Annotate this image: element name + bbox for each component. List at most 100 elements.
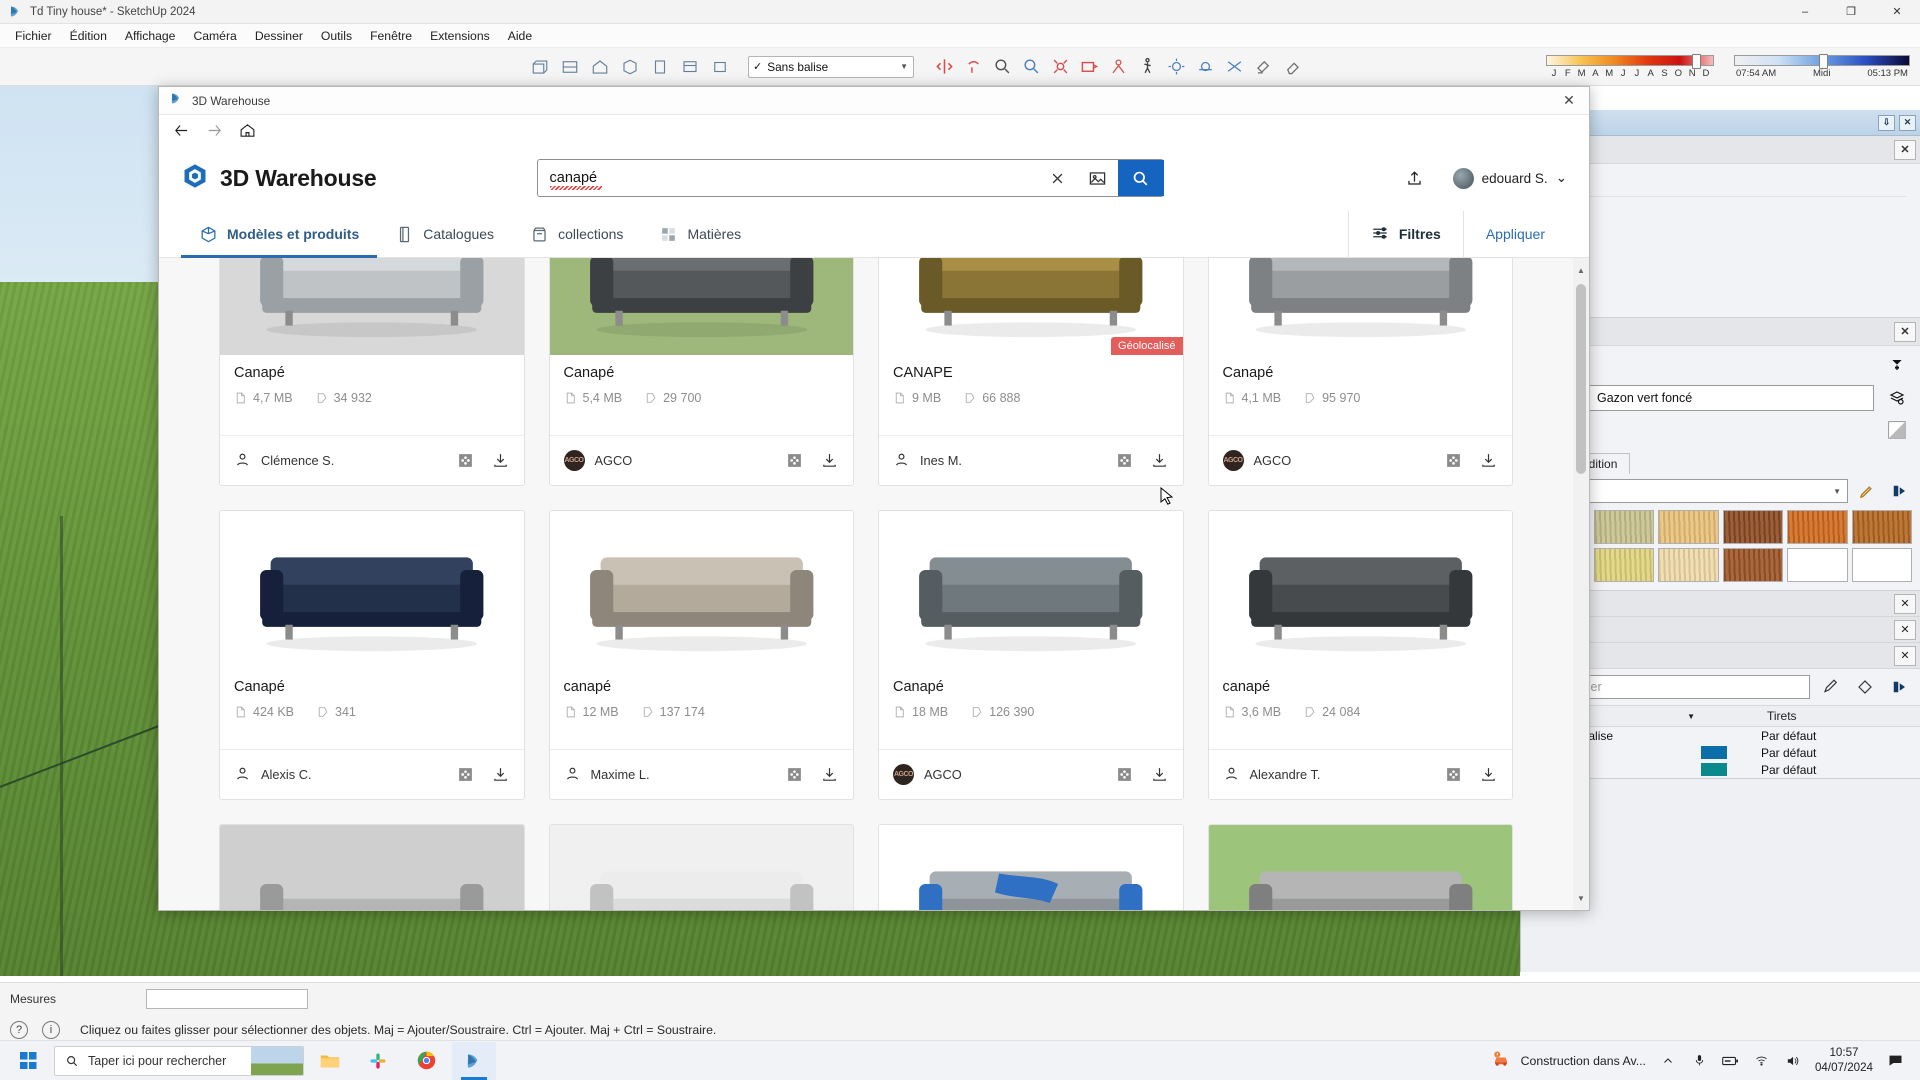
box-icon[interactable] bbox=[710, 57, 730, 77]
tray-notification[interactable]: Construction dans Av... bbox=[1491, 1050, 1646, 1071]
paint-icon[interactable] bbox=[1253, 57, 1273, 77]
menu-item-dessiner[interactable]: Dessiner bbox=[246, 26, 312, 46]
tag-color[interactable] bbox=[1701, 746, 1761, 759]
material-swatch[interactable] bbox=[1658, 510, 1719, 544]
model-card[interactable]: Canapé 18 MB 126 390 AGCO AGCO bbox=[878, 510, 1184, 800]
model-card[interactable] bbox=[878, 824, 1184, 910]
model-card[interactable]: canapé 12 MB 137 174 Maxime L. bbox=[548, 510, 854, 800]
month-slider-knob[interactable] bbox=[1692, 53, 1701, 69]
sketchup-icon[interactable] bbox=[452, 1041, 496, 1080]
model-author[interactable]: AGCO AGCO bbox=[563, 450, 632, 471]
material-name-field[interactable]: Gazon vert foncé bbox=[1589, 385, 1874, 411]
chevron-up-icon[interactable] bbox=[1660, 1052, 1677, 1069]
tray-pin-button[interactable]: ⇩ bbox=[1878, 114, 1895, 131]
material-swatch[interactable] bbox=[1722, 548, 1783, 582]
model-thumbnail[interactable] bbox=[549, 825, 853, 910]
model-card[interactable] bbox=[1207, 824, 1513, 910]
page-icon[interactable] bbox=[650, 57, 670, 77]
download-icon[interactable] bbox=[1479, 451, 1498, 470]
tray-close-button[interactable]: ✕ bbox=[1899, 114, 1916, 131]
tag-color[interactable] bbox=[1701, 763, 1761, 776]
apply-button[interactable]: Appliquer bbox=[1464, 211, 1567, 257]
create-material-icon[interactable] bbox=[1884, 386, 1910, 410]
expand-icon[interactable] bbox=[456, 765, 475, 784]
model-card[interactable]: canapé 3,6 MB 24 084 Alexandre T. bbox=[1207, 510, 1513, 800]
download-icon[interactable] bbox=[1150, 765, 1169, 784]
model-card[interactable]: Canapé 5,4 MB 29 700 AGCO AGCO bbox=[548, 258, 854, 486]
model-card[interactable]: Canapé 4,7 MB 34 932 Clémence S. bbox=[219, 258, 525, 486]
expand-icon[interactable] bbox=[1115, 451, 1134, 470]
house-icon[interactable] bbox=[590, 57, 610, 77]
opacity-icon[interactable] bbox=[1884, 418, 1910, 442]
pan-cube-icon[interactable] bbox=[620, 57, 640, 77]
sample-paint-icon[interactable] bbox=[1884, 354, 1910, 378]
search-button[interactable] bbox=[1117, 160, 1164, 196]
scroll-up-icon[interactable]: ▲ bbox=[1573, 262, 1589, 278]
back-arrow-icon[interactable] bbox=[173, 122, 190, 139]
taskbar-search[interactable]: Taper ici pour rechercher bbox=[54, 1045, 304, 1076]
material-swatch[interactable] bbox=[1593, 510, 1654, 544]
filters-button[interactable]: Filtres bbox=[1347, 211, 1464, 257]
scroll-down-icon[interactable]: ▼ bbox=[1573, 890, 1589, 906]
zoom-window-icon[interactable] bbox=[1021, 57, 1041, 77]
dialog-close-button[interactable]: ✕ bbox=[1555, 89, 1583, 113]
section-display-icon[interactable] bbox=[560, 57, 580, 77]
download-icon[interactable] bbox=[1479, 765, 1498, 784]
time-slider[interactable] bbox=[1734, 53, 1910, 69]
model-thumbnail[interactable] bbox=[1208, 825, 1512, 910]
material-swatch[interactable] bbox=[1593, 548, 1654, 582]
menu-item-outils[interactable]: Outils bbox=[312, 26, 361, 46]
model-thumbnail[interactable]: Géolocalisé bbox=[879, 258, 1183, 355]
tag-details-icon[interactable] bbox=[1886, 675, 1912, 699]
results-scrollbar[interactable]: ▲ ▼ bbox=[1573, 258, 1589, 910]
close-button[interactable]: ✕ bbox=[1874, 0, 1920, 24]
fog-icon[interactable] bbox=[1195, 57, 1215, 77]
expand-icon[interactable] bbox=[1444, 765, 1463, 784]
menu-item-aide[interactable]: Aide bbox=[499, 26, 541, 46]
model-thumbnail[interactable] bbox=[549, 511, 853, 669]
tab-mod-les-et-produits[interactable]: Modèles et produits bbox=[181, 211, 378, 258]
collapsed-panel-close[interactable]: ✕ bbox=[1894, 619, 1916, 640]
battery-icon[interactable] bbox=[1722, 1052, 1739, 1069]
eyedropper-icon[interactable] bbox=[1854, 479, 1880, 503]
expand-icon[interactable] bbox=[785, 451, 804, 470]
material-swatch[interactable] bbox=[1787, 548, 1848, 582]
scrollbar-thumb[interactable] bbox=[1576, 284, 1586, 474]
clear-search-icon[interactable] bbox=[1038, 160, 1078, 196]
user-menu[interactable]: edouard S. ⌄ bbox=[1452, 167, 1567, 189]
model-thumbnail[interactable] bbox=[549, 258, 853, 355]
next-arrow-icon[interactable] bbox=[1886, 479, 1912, 503]
download-icon[interactable] bbox=[820, 451, 839, 470]
window-controls[interactable]: – ❐ ✕ bbox=[1782, 0, 1920, 24]
expand-icon[interactable] bbox=[1444, 451, 1463, 470]
measures-input[interactable] bbox=[146, 988, 309, 1009]
collapsed-panel-close[interactable]: ✕ bbox=[1894, 593, 1916, 614]
menu-item-camra[interactable]: Caméra bbox=[184, 26, 245, 46]
previous-view-icon[interactable] bbox=[1079, 57, 1099, 77]
tab-mati-res[interactable]: Matières bbox=[641, 211, 759, 257]
model-author[interactable]: AGCO AGCO bbox=[893, 764, 962, 785]
tag-column-header[interactable]: Tirets bbox=[1761, 709, 1920, 723]
eraser-icon[interactable] bbox=[1282, 57, 1302, 77]
search-input[interactable] bbox=[537, 160, 1038, 196]
tag-pencil-icon[interactable] bbox=[1818, 675, 1844, 699]
model-card[interactable]: Géolocalisé CANAPE 9 MB 66 888 Ines M. bbox=[878, 258, 1184, 486]
tray-clock[interactable]: 10:57 04/07/2024 bbox=[1815, 1046, 1873, 1075]
zoom-icon[interactable] bbox=[992, 57, 1012, 77]
layout-icon[interactable] bbox=[680, 57, 700, 77]
model-thumbnail[interactable] bbox=[879, 825, 1183, 910]
model-author[interactable]: Alexandre T. bbox=[1223, 765, 1320, 785]
home-icon[interactable] bbox=[239, 122, 256, 139]
month-slider[interactable] bbox=[1546, 53, 1714, 69]
volume-icon[interactable] bbox=[1784, 1052, 1801, 1069]
model-thumbnail[interactable] bbox=[1208, 511, 1512, 669]
model-author[interactable]: AGCO AGCO bbox=[1222, 450, 1291, 471]
tag-dropdown[interactable]: ✓ Sans balise ▼ bbox=[748, 55, 914, 78]
tray-title-buttons[interactable]: ⇩ ✕ bbox=[1878, 114, 1916, 131]
warehouse-brand[interactable]: 3D Warehouse bbox=[181, 162, 377, 195]
model-thumbnail[interactable] bbox=[879, 511, 1183, 669]
zoom-extents-icon[interactable] bbox=[1050, 57, 1070, 77]
expand-icon[interactable] bbox=[785, 765, 804, 784]
microphone-icon[interactable] bbox=[1691, 1052, 1708, 1069]
walk-icon[interactable] bbox=[1137, 57, 1157, 77]
